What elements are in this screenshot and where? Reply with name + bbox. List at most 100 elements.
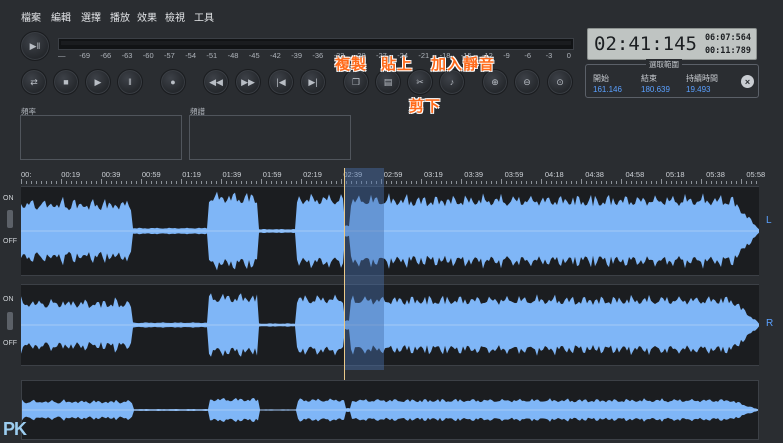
meter-tick: -42: [270, 51, 281, 60]
duration-label: 持續時間: [686, 74, 718, 83]
ruler-label: 00:59: [141, 170, 161, 179]
right-off-label: OFF: [3, 340, 17, 347]
start-label: 開始: [593, 74, 609, 83]
ruler-label: 00:: [21, 170, 32, 179]
meter-tick: -54: [185, 51, 197, 60]
scissors-icon: ✂: [416, 76, 424, 87]
meter-tick: -48: [227, 51, 239, 60]
meter-tick: -24: [397, 51, 409, 60]
close-icon[interactable]: ×: [741, 75, 754, 88]
stop-icon: ■: [63, 77, 69, 87]
stop-button[interactable]: ■: [53, 69, 79, 95]
paste-icon: ▤: [383, 76, 393, 87]
ruler-label: 02:59: [383, 170, 403, 179]
menu-play[interactable]: 播放: [110, 9, 130, 24]
end-value: 180.639: [641, 85, 670, 94]
selection-time: 00:11:789: [704, 46, 751, 56]
menu-file[interactable]: 檔案: [21, 9, 41, 24]
play-pause-button[interactable]: ▶‖: [20, 31, 50, 61]
fast-forward-icon: ▶▶: [241, 76, 255, 87]
meter-tick: -60: [142, 51, 154, 60]
record-icon: ●: [170, 77, 176, 87]
ruler-label: 03:59: [504, 170, 524, 179]
ruler-label: 03:19: [424, 170, 443, 179]
meter-tick: —: [58, 51, 66, 60]
skip-start-icon: |◀: [276, 76, 286, 87]
menu-effects[interactable]: 效果: [137, 9, 157, 24]
ruler-label: 05:58: [746, 170, 766, 179]
total-time: 06:07:564: [704, 33, 751, 43]
rewind-icon: ◀◀: [209, 76, 223, 87]
logo: PK: [3, 419, 27, 439]
zoom-out-button[interactable]: ⊖: [514, 69, 540, 95]
menu-select[interactable]: 選擇: [81, 9, 101, 24]
left-channel-waveform: [21, 191, 759, 271]
ruler-label: 04:58: [625, 170, 645, 179]
skip-start-button[interactable]: |◀: [268, 69, 294, 95]
loop-button[interactable]: ⇄: [21, 69, 47, 95]
menu-tools[interactable]: 工具: [194, 9, 214, 24]
ruler-label: 01:39: [222, 170, 242, 179]
meter-tick: -3: [545, 51, 553, 60]
meter-tick: -15: [460, 51, 472, 60]
time-display: 02:41:145 06:07:564 00:11:789: [587, 28, 757, 60]
left-on-label: ON: [3, 195, 14, 202]
meter-tick: -57: [164, 51, 175, 60]
loop-icon: ⇄: [30, 76, 38, 87]
play-icon: ▶: [94, 76, 102, 87]
meter-tick: -6: [524, 51, 532, 60]
meter-tick: -9: [503, 51, 510, 60]
menu-edit[interactable]: 編輯: [51, 9, 71, 24]
menu-view[interactable]: 檢視: [165, 9, 185, 24]
copy-icon: ❐: [351, 76, 361, 87]
play-button[interactable]: ▶: [85, 69, 111, 95]
zoom-in-icon: ⊕: [491, 76, 499, 87]
pause-icon: ‖: [128, 77, 132, 87]
pause-button[interactable]: ‖: [117, 69, 143, 95]
rewind-button[interactable]: ◀◀: [203, 69, 229, 95]
ruler-label: 03:39: [464, 170, 484, 179]
right-channel-toggle[interactable]: [7, 312, 13, 330]
record-button[interactable]: ●: [160, 69, 186, 95]
ruler-label: 04:18: [544, 170, 564, 179]
meter-tick: -45: [248, 51, 260, 60]
menu-bar: 檔案 編輯 選擇 播放 效果 檢視 工具: [0, 0, 783, 28]
ruler-label: 01:59: [262, 170, 282, 179]
meter-tick: -30: [354, 51, 366, 60]
right-channel-track[interactable]: [21, 284, 759, 366]
left-channel-track[interactable]: [21, 186, 759, 276]
left-off-label: OFF: [3, 238, 17, 245]
selection-region[interactable]: [344, 168, 384, 370]
level-meter: [58, 38, 574, 50]
zoom-fit-button[interactable]: ⊙: [547, 69, 573, 95]
fast-forward-button[interactable]: ▶▶: [235, 69, 261, 95]
annotation-cut: 剪下: [409, 98, 442, 115]
ruler-label: 05:18: [665, 170, 685, 179]
right-on-label: ON: [3, 296, 14, 303]
meter-tick: 0: [566, 51, 571, 60]
meter-tick: -66: [100, 51, 112, 60]
waveform-overview[interactable]: [21, 380, 759, 440]
meter-tick: -69: [79, 51, 91, 60]
spectrum-panel: [189, 115, 351, 160]
start-value: 161.146: [593, 85, 622, 94]
timeline-ruler[interactable]: 00: 00:19 00:39 00:59 01:19 01:39 01:59 02:19 02…: [21, 168, 765, 184]
left-channel-toggle[interactable]: [7, 210, 13, 228]
skip-end-icon: ▶|: [308, 76, 318, 87]
ruler-label: 02:19: [303, 170, 322, 179]
frequency-panel: [20, 115, 182, 160]
silence-icon: ♪: [449, 77, 455, 87]
meter-tick: -63: [121, 51, 133, 60]
overview-waveform: [22, 398, 758, 422]
skip-end-button[interactable]: ▶|: [300, 69, 326, 95]
ruler-label: 01:19: [182, 170, 201, 179]
right-channel-label: R: [766, 318, 774, 329]
ruler-label: 04:38: [585, 170, 604, 179]
zoom-fit-icon: ⊙: [556, 76, 564, 87]
ruler-label: 05:38: [706, 170, 725, 179]
meter-tick: -51: [206, 51, 218, 60]
duration-value: 19.493: [686, 85, 711, 94]
selection-range-panel: 選取範圍 開始 結束 持續時間 161.146 180.639 19.493 ×: [585, 59, 759, 98]
meter-tick: -21: [418, 51, 430, 60]
meter-tick: -39: [291, 51, 303, 60]
